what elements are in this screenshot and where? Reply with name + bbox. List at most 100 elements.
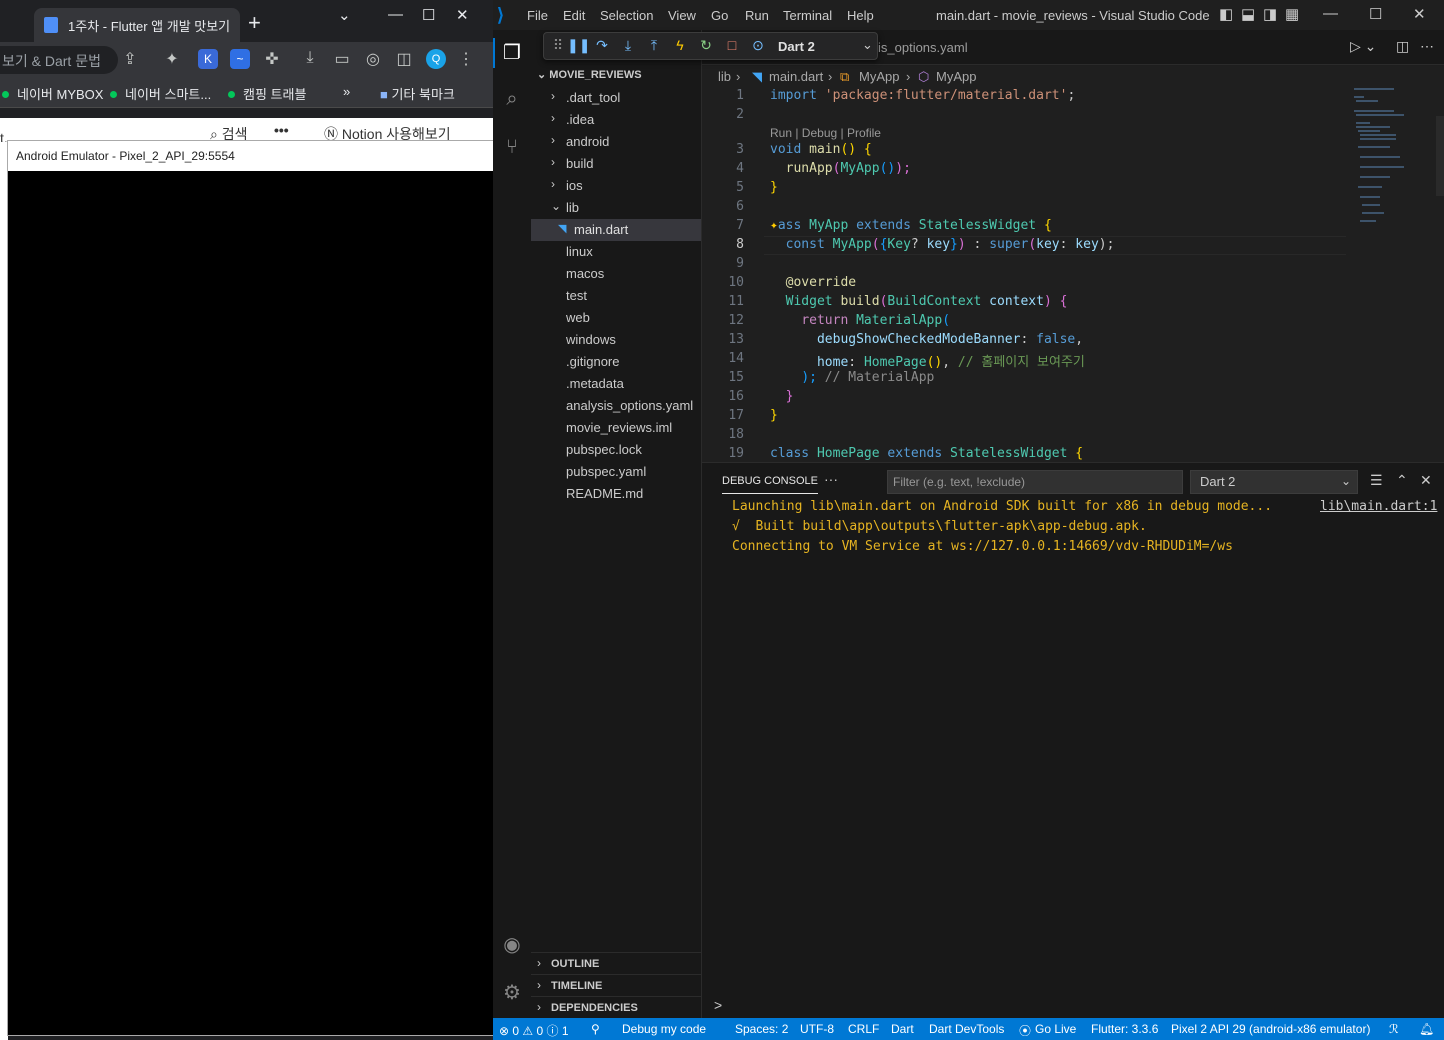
tree-folder-linux[interactable]: linux [531, 241, 701, 263]
menu-view[interactable]: View [668, 8, 696, 23]
debug-mode[interactable]: Debug my code [622, 1022, 706, 1036]
screenshot-icon[interactable]: ◎ [363, 49, 383, 69]
tree-folder-android[interactable]: › android [531, 131, 701, 153]
step-out-icon[interactable]: ⤒ [644, 37, 664, 57]
bookmark-folder[interactable]: ■ 기타 북마크 [380, 84, 455, 103]
menu-edit[interactable]: Edit [563, 8, 585, 23]
tree-folder-dart-tool[interactable]: › .dart_tool [531, 87, 701, 109]
accounts-icon[interactable]: ◉ [499, 932, 525, 958]
split-editor-icon[interactable]: ◫ [1396, 38, 1409, 55]
step-over-icon[interactable]: ↷ [592, 37, 612, 57]
tree-file-metadata[interactable]: .metadata [531, 373, 701, 395]
menu-go[interactable]: Go [711, 8, 728, 23]
close-panel-icon[interactable]: ✕ [1420, 472, 1432, 489]
stop-icon[interactable]: □ [722, 37, 742, 57]
more-actions-icon[interactable]: ⋯ [1420, 38, 1434, 55]
tree-folder-macos[interactable]: macos [531, 263, 701, 285]
encoding[interactable]: UTF-8 [800, 1022, 834, 1036]
puzzle-icon[interactable]: ✜ [262, 49, 282, 69]
share-icon[interactable]: ⇪ [120, 49, 140, 69]
close-icon[interactable]: ✕ [456, 6, 469, 24]
step-into-icon[interactable]: ⤓ [618, 37, 638, 57]
more-icon[interactable]: ··· [824, 471, 838, 487]
menu-file[interactable]: File [527, 8, 548, 23]
go-live-icon[interactable]: ⦿ [1019, 1022, 1031, 1039]
drag-handle-icon[interactable]: ⠿ [548, 37, 568, 57]
chevron-down-icon[interactable]: ⌄ [862, 37, 873, 53]
outline-section[interactable]: › OUTLINE [531, 952, 701, 974]
console-prompt[interactable]: > [714, 997, 722, 1013]
tree-file-pubspec-yaml[interactable]: pubspec.yaml [531, 461, 701, 483]
tree-folder-test[interactable]: test [531, 285, 701, 307]
explorer-icon[interactable]: ❐ [499, 40, 525, 66]
tree-file-gitignore[interactable]: .gitignore [531, 351, 701, 373]
debug-session-select[interactable]: Dart 2 ⌄ [1190, 470, 1358, 494]
debug-config-select[interactable]: Dart 2 [778, 39, 815, 54]
bookmark-item[interactable]: 네이버 스마트... [110, 84, 211, 103]
toggle-secondary-sidebar-icon[interactable]: ◨ [1263, 5, 1277, 23]
gear-icon[interactable]: ⚙ [499, 980, 525, 1006]
indentation[interactable]: Spaces: 2 [735, 1022, 788, 1036]
tree-folder-lib[interactable]: ⌄ lib [531, 197, 701, 219]
restart-icon[interactable]: ↻ [696, 37, 716, 57]
language-mode[interactable]: Dart [891, 1022, 914, 1036]
menu-help[interactable]: Help [847, 8, 874, 23]
new-tab-icon[interactable]: + [248, 10, 261, 36]
maximize-icon[interactable]: ☐ [1369, 5, 1382, 23]
tab-search-icon[interactable]: ⌄ [338, 6, 351, 24]
dependencies-section[interactable]: › DEPENDENCIES [531, 996, 701, 1018]
debug-icon[interactable]: ⚲ [591, 1022, 600, 1036]
extensions-icon[interactable]: ✦ [162, 49, 182, 69]
cast-icon[interactable]: ▭ [332, 49, 352, 69]
more-icon[interactable]: ••• [274, 122, 289, 138]
tree-file-iml[interactable]: movie_reviews.iml [531, 417, 701, 439]
breadcrumb-constructor[interactable]: MyApp [936, 69, 976, 84]
run-icon[interactable]: ▷ ⌄ [1350, 38, 1376, 55]
tree-file-readme[interactable]: README.md [531, 483, 701, 505]
menu-run[interactable]: Run [745, 8, 769, 23]
address-bar[interactable]: 보기 & Dart 문법 [0, 46, 118, 74]
tab-debug-console[interactable]: DEBUG CONSOLE [722, 475, 818, 494]
notifications-icon[interactable]: 🔔︎ [1419, 1022, 1434, 1036]
device-selector[interactable]: Pixel 2 API 29 (android-x86 emulator) [1171, 1022, 1370, 1036]
minimize-icon[interactable]: — [388, 6, 403, 23]
breadcrumb-file[interactable]: main.dart [769, 69, 823, 84]
end-of-line[interactable]: CRLF [848, 1022, 879, 1036]
toggle-panel-icon[interactable]: ⬓ [1241, 5, 1255, 23]
timeline-section[interactable]: › TIMELINE [531, 974, 701, 996]
profile-avatar-icon[interactable]: Q [426, 49, 446, 69]
breadcrumb-class[interactable]: MyApp [859, 69, 899, 84]
code-editor[interactable]: 1 2 3 4 5 6 7 8 9 10 11 12 13 14 15 16 1… [702, 86, 1352, 462]
tree-folder-windows[interactable]: windows [531, 329, 701, 351]
tree-file-main-dart[interactable]: ◥ main.dart [531, 219, 701, 241]
problems-indicator[interactable]: ⊗ 0 ⚠ 0 ⓘ 1 [499, 1022, 569, 1039]
go-live[interactable]: Go Live [1035, 1022, 1076, 1036]
minimap[interactable] [1352, 86, 1444, 462]
inspect-widget-icon[interactable]: ⊙ [748, 37, 768, 57]
debug-console-filter-input[interactable]: Filter (e.g. text, !exclude) [887, 470, 1183, 494]
tree-folder-web[interactable]: web [531, 307, 701, 329]
menu-terminal[interactable]: Terminal [783, 8, 832, 23]
lightbulb-icon[interactable]: ✦ [770, 218, 778, 233]
extension-chart-icon[interactable]: ~ [230, 49, 250, 69]
breadcrumb-folder[interactable]: lib [718, 69, 731, 84]
console-source-link[interactable]: lib\main.dart:1 [1320, 499, 1437, 514]
accounts-feedback-icon[interactable]: ℛ [1389, 1022, 1399, 1036]
tree-file-analysis-options[interactable]: analysis_options.yaml [531, 395, 701, 417]
hot-reload-icon[interactable]: ϟ [670, 37, 690, 57]
tree-folder-ios[interactable]: › ios [531, 175, 701, 197]
toggle-sidebar-icon[interactable]: ◧ [1219, 5, 1233, 23]
bookmark-item[interactable]: 네이버 MYBOX [2, 84, 103, 103]
tree-file-pubspec-lock[interactable]: pubspec.lock [531, 439, 701, 461]
download-icon[interactable]: ⤓ [300, 49, 320, 69]
editor-scrollbar[interactable] [1436, 116, 1444, 196]
close-icon[interactable]: ✕ [1413, 5, 1426, 23]
editor-tab-analysis-options[interactable]: is_options.yaml [878, 40, 968, 55]
menu-dots-icon[interactable]: ⋮ [456, 49, 476, 69]
browser-tab[interactable]: 1주차 - Flutter 앱 개발 맛보기 [34, 8, 240, 42]
maximize-panel-icon[interactable]: ⌃ [1396, 472, 1408, 489]
customize-layout-icon[interactable]: ▦ [1285, 5, 1299, 23]
chevron-right-icon[interactable]: » [343, 84, 350, 99]
dart-devtools[interactable]: Dart DevTools [929, 1022, 1004, 1036]
code-lens-run-debug-profile[interactable]: Run | Debug | Profile [770, 126, 881, 140]
